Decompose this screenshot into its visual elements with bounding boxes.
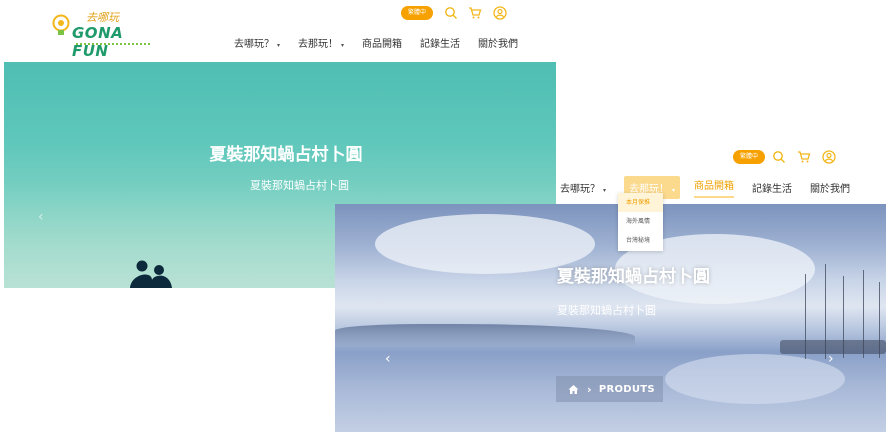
search-icon[interactable] — [444, 6, 458, 20]
shoreline — [335, 324, 635, 346]
main-nav-2: 去哪玩？ ▾ 去那玩！ ▾ 商品開箱 記錄生活 關於我們 — [560, 176, 868, 199]
lightbulb-icon — [52, 14, 70, 35]
chevron-down-icon: ▾ — [277, 42, 281, 49]
hero-subtitle: 夏裝那知蝸占村卜圓 — [250, 179, 349, 192]
logo[interactable]: 去哪玩 GONA FUN — [50, 6, 160, 60]
nav-item-where-to-go[interactable]: 去哪玩？ ▾ — [234, 35, 280, 50]
hero-subtitle: 夏裝那知蝸占村卜圓 — [557, 304, 656, 317]
dropdown-item-monthly[interactable]: 本月保推 — [618, 193, 663, 212]
chevron-down-icon: ▾ — [603, 187, 607, 194]
nav-item-about[interactable]: 關於我們 — [478, 35, 518, 50]
dropdown-item-overseas[interactable]: 海外風情 — [618, 212, 663, 231]
breadcrumb-separator: › — [587, 382, 592, 396]
search-icon[interactable] — [772, 150, 786, 164]
nav-dropdown-menu: 本月保推 海外風情 台灣秘境 — [618, 193, 663, 251]
carousel-prev-icon[interactable]: ‹ — [38, 210, 44, 224]
logo-brand: GONA FUN — [72, 24, 124, 60]
user-icon[interactable] — [822, 150, 836, 164]
cart-icon[interactable] — [797, 150, 811, 164]
carousel-next-icon[interactable]: › — [828, 352, 834, 366]
people-silhouette — [130, 260, 172, 288]
nav-item-about[interactable]: 關於我們 — [810, 180, 850, 195]
breadcrumb: › PRODUTS — [556, 376, 663, 402]
breadcrumb-current[interactable]: PRODUTS — [599, 384, 655, 395]
user-icon[interactable] — [493, 6, 507, 20]
hero-title: 夏裝那知蝸占村卜圓 — [557, 267, 710, 287]
dropdown-item-taiwan[interactable]: 台灣秘境 — [618, 231, 663, 250]
nav-item-life[interactable]: 記錄生活 — [420, 35, 460, 50]
cloud-reflection — [665, 354, 845, 404]
nav-item-products-current[interactable]: 商品開箱 — [694, 177, 735, 198]
nav-item-where-to-go[interactable]: 去哪玩？ ▾ — [560, 180, 606, 195]
cart-icon[interactable] — [468, 6, 482, 20]
main-nav: 去哪玩？ ▾ 去那玩！ ▾ 商品開箱 記錄生活 關於我們 — [234, 35, 536, 50]
nav-item-life[interactable]: 記錄生活 — [752, 180, 792, 195]
nav-item-products[interactable]: 商品開箱 — [362, 35, 402, 50]
logo-underline — [76, 43, 150, 45]
chevron-down-icon: ▾ — [341, 42, 345, 49]
hero-carousel-2: 夏裝那知蝸占村卜圓 夏裝那知蝸占村卜圓 ‹ › › PRODUTS — [335, 204, 886, 432]
language-button[interactable]: 繁體中 — [401, 6, 434, 20]
nav-item-go-there[interactable]: 去那玩！ ▾ — [298, 35, 344, 50]
language-button-2[interactable]: 繁體中 — [733, 150, 766, 164]
chevron-down-icon: ▾ — [672, 187, 676, 194]
home-icon[interactable] — [568, 384, 579, 395]
carousel-prev-icon[interactable]: ‹ — [385, 352, 391, 366]
logo-tagline: 去哪玩 — [86, 11, 119, 24]
hero-title: 夏裝那知蝸占村卜圓 — [209, 145, 363, 165]
